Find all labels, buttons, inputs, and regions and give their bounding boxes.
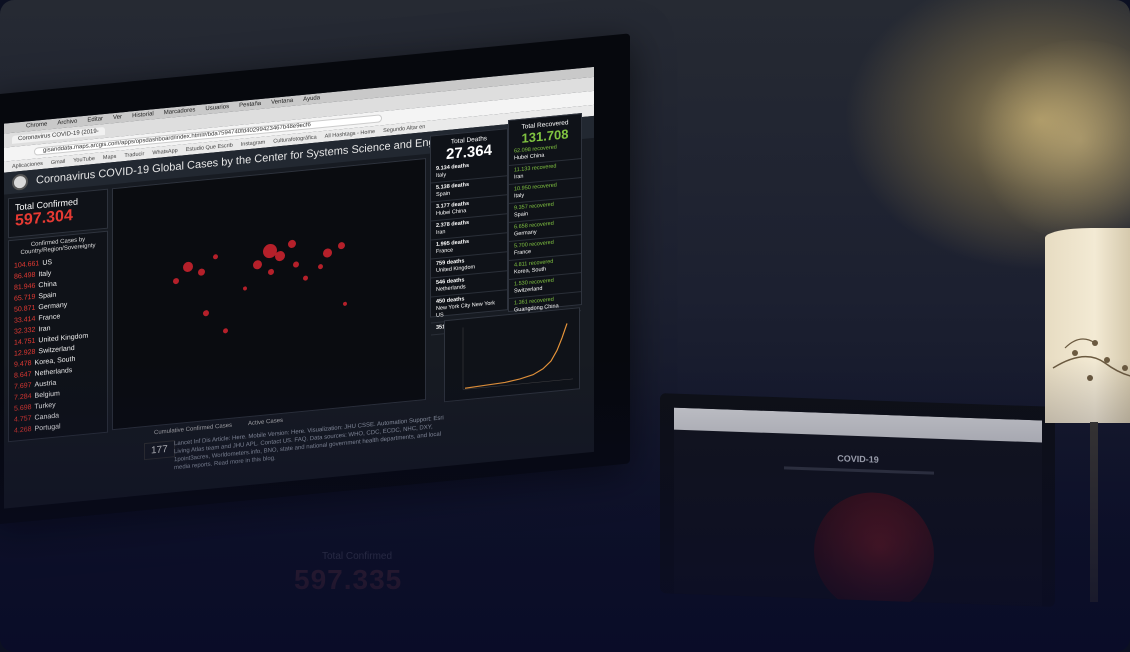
laptop-browser-bar	[674, 407, 1042, 443]
cases-curve-chart	[462, 323, 573, 390]
laptop: COVID-19	[660, 393, 1055, 607]
tab-active-cases[interactable]: Active Cases	[248, 418, 283, 427]
branch-pattern-icon	[1052, 338, 1130, 381]
menu-item[interactable]: Usuarios	[205, 104, 229, 112]
country-count: 8.647	[14, 371, 32, 380]
menu-item[interactable]: Editar	[87, 116, 103, 124]
jhu-logo-icon	[12, 173, 28, 191]
deaths-list: 9.134 deaths Italy 5.138 deaths Spain 3.177 …	[431, 157, 507, 336]
case-bubble[interactable]	[173, 277, 179, 285]
country-count: 4.268	[14, 426, 32, 435]
recovered-list: 62.098 recovered Hubei China 11.133 recove…	[509, 140, 581, 319]
case-bubble[interactable]	[288, 239, 296, 249]
case-bubble[interactable]	[303, 275, 308, 281]
bookmark-item[interactable]: Aplicaciones	[12, 160, 43, 169]
case-bubble[interactable]	[293, 261, 299, 268]
dashboard-body: Total Confirmed 597.304 Confirmed Cases …	[4, 112, 594, 509]
case-bubble[interactable]	[198, 268, 205, 276]
cases-chart-panel	[444, 307, 580, 403]
laptop-screen: COVID-19	[674, 407, 1042, 607]
case-bubble[interactable]	[338, 241, 345, 250]
bookmark-item[interactable]: YouTube	[73, 155, 95, 163]
country-name: Belgium	[34, 390, 60, 400]
main-monitor: Chrome Archivo Editar Ver Historial Marcadore…	[0, 33, 630, 526]
world-map-panel[interactable]	[112, 158, 426, 431]
info-text: Lancet Inf Dis Article: Here. Mobile Ver…	[174, 415, 444, 472]
country-name: France	[38, 313, 61, 323]
country-count: 5.698	[14, 404, 32, 413]
total-confirmed-panel: Total Confirmed 597.304	[8, 188, 108, 239]
cases-curve-line	[464, 323, 568, 389]
case-bubble[interactable]	[318, 263, 323, 270]
country-name: Turkey	[34, 401, 56, 411]
menu-item[interactable]: Chrome	[26, 121, 47, 129]
country-name: Italy	[38, 270, 52, 279]
globe-graphic	[814, 490, 934, 607]
country-count: 7.697	[14, 382, 32, 391]
country-name: Portugal	[34, 423, 61, 433]
lamp-pole	[1090, 422, 1098, 602]
menu-item[interactable]: Ver	[113, 114, 122, 121]
monitor-screen: Chrome Archivo Editar Ver Historial Marcadore…	[4, 66, 594, 509]
case-bubble[interactable]	[253, 259, 262, 270]
country-count: 32.332	[14, 326, 36, 336]
country-count: 9.478	[14, 360, 32, 369]
laptop-subtitle-bar	[784, 466, 934, 475]
country-count: 65.719	[14, 293, 36, 303]
total-recovered-panel: Total Recovered 131.708 62.098 recovered…	[508, 112, 582, 319]
bookmark-item[interactable]: WhatsApp	[152, 147, 177, 155]
bookmark-item[interactable]: Traducir	[124, 151, 144, 159]
country-count: 104.661	[14, 260, 40, 270]
bookmark-item[interactable]: Instagram	[241, 139, 265, 147]
country-count: 7.284	[14, 393, 32, 402]
case-bubble[interactable]	[203, 309, 209, 317]
country-list-panel: Confirmed Cases by Country/Region/Sovere…	[8, 230, 108, 443]
country-name: US	[42, 259, 53, 267]
country-name: Austria	[34, 379, 57, 389]
case-bubble[interactable]	[223, 328, 228, 334]
country-count-box: 177	[144, 440, 175, 461]
country-count: 14.751	[14, 337, 36, 347]
photo-scene: Chrome Archivo Editar Ver Historial Marcadore…	[0, 0, 1130, 652]
country-name: Canada	[34, 412, 60, 422]
country-count: 50.871	[14, 304, 36, 314]
case-bubble[interactable]	[268, 268, 274, 276]
menu-item[interactable]: Archivo	[57, 119, 77, 127]
country-count: 4.757	[14, 415, 32, 424]
country-list: 104.661 US 86.498 Italy 81.946 China 65.719 Spa…	[9, 252, 107, 437]
case-bubble[interactable]	[213, 254, 218, 260]
case-bubble[interactable]	[275, 250, 285, 262]
reflection-label: Total Confirmed	[322, 551, 393, 562]
menu-item[interactable]: Ventana	[271, 98, 293, 106]
total-deaths-panel: Total Deaths 27.364 9.134 deaths Italy 5.1…	[430, 128, 508, 336]
menu-item[interactable]: Pestaña	[239, 101, 261, 109]
lamp-shade	[1045, 228, 1130, 423]
country-count: 81.946	[14, 282, 36, 292]
case-bubble[interactable]	[343, 301, 347, 307]
laptop-title: COVID-19	[837, 453, 879, 465]
lamp-glow	[970, 40, 1130, 240]
chart-x-axis	[463, 378, 573, 390]
bookmark-item[interactable]: Maps	[103, 153, 116, 160]
reflection-value: 597.335	[294, 564, 403, 595]
menu-item[interactable]: Ayuda	[303, 95, 320, 103]
country-count: 33.414	[14, 315, 36, 325]
world-map[interactable]	[143, 203, 383, 376]
country-name: Germany	[38, 301, 68, 312]
country-name: Iran	[38, 325, 51, 334]
country-count: 86.498	[14, 271, 36, 281]
bookmark-item[interactable]: Gmail	[51, 158, 65, 165]
case-bubble[interactable]	[323, 248, 332, 258]
case-bubble[interactable]	[183, 261, 193, 273]
country-count: 12.928	[14, 348, 36, 358]
country-name: China	[38, 280, 57, 290]
menu-item[interactable]: Historial	[132, 111, 154, 119]
country-name: Spain	[38, 291, 57, 301]
case-bubble[interactable]	[243, 286, 247, 291]
